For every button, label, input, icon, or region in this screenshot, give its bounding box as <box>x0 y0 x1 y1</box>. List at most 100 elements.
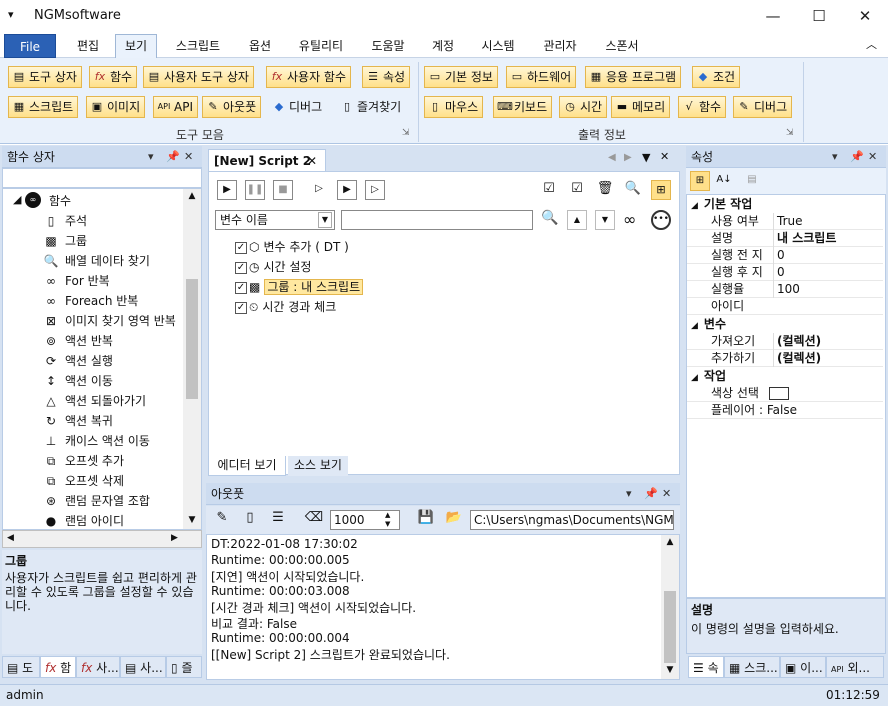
close-tab-icon[interactable]: ✕ <box>307 150 317 172</box>
menu-utility[interactable]: 유틸리티 <box>290 36 352 56</box>
check-icon[interactable]: ☑ <box>567 180 587 200</box>
run-selected-icon[interactable]: ▷ <box>365 180 385 200</box>
folder-icon[interactable]: 📂 <box>444 510 464 530</box>
close-icon[interactable]: ✕ <box>184 146 193 168</box>
maximize-button[interactable]: ☐ <box>796 0 842 32</box>
spinner-icon[interactable]: ▲ ▼ <box>385 511 390 529</box>
collapse-arrow-icon[interactable]: ◢ <box>691 201 698 211</box>
func-info-button[interactable]: √ 함수 <box>678 96 727 118</box>
function-button[interactable]: fx 함수 <box>89 66 138 88</box>
node-checkbox[interactable]: ✓ <box>235 281 247 294</box>
scroll-thumb[interactable] <box>186 279 198 399</box>
basic-info-button[interactable]: ▭ 기본 정보 <box>424 66 498 88</box>
collapse-arrow-icon[interactable]: ◢ <box>691 373 698 383</box>
search-icon[interactable]: 🔍 <box>623 180 643 200</box>
list-icon[interactable]: ☰ <box>268 510 288 530</box>
function-item[interactable]: ⧉ 오프셋 삭제 <box>43 471 124 491</box>
function-item[interactable]: 🔍 배열 데이타 찾기 <box>43 251 150 271</box>
property-pages-icon[interactable]: ▤ <box>742 171 762 191</box>
variable-search-input[interactable] <box>341 210 533 230</box>
function-item[interactable]: ▩ 그룹 <box>43 231 87 251</box>
time-button[interactable]: ◷ 시간 <box>559 96 608 118</box>
function-item[interactable]: ∞ Foreach 반복 <box>43 291 138 311</box>
clear-output-icon[interactable]: ✎ <box>212 510 232 530</box>
dropdown-icon[interactable]: ▾ <box>626 483 632 505</box>
function-item[interactable]: ▯ 주석 <box>43 211 87 231</box>
user-toolbox-button[interactable]: ▤ 사용자 도구 상자 <box>143 66 254 88</box>
function-item[interactable]: ⟳ 액션 실행 <box>43 351 113 371</box>
api-button[interactable]: API API <box>153 96 198 118</box>
tab-properties[interactable]: ☰ 속 <box>688 656 724 678</box>
collapse-arrow-icon[interactable]: ◢ <box>13 193 21 206</box>
tab-toolbox[interactable]: ▤ 도 <box>2 656 40 678</box>
eraser-icon[interactable]: ⌫ <box>304 510 324 530</box>
favorites-button[interactable]: ▯ 즐겨찾기 <box>336 96 406 118</box>
tab-external[interactable]: API 외... <box>826 656 884 678</box>
stop-icon[interactable]: ■ <box>273 180 293 200</box>
function-item[interactable]: ↕ 액션 이동 <box>43 371 113 391</box>
pin-icon[interactable]: 📌 <box>166 146 180 168</box>
menu-sponsor[interactable]: 스폰서 <box>596 36 648 56</box>
close-button[interactable]: ✕ <box>842 0 888 32</box>
save-icon[interactable]: 💾 <box>416 510 436 530</box>
script-node[interactable]: ✓ ⏲ 시간 경과 체크 <box>235 298 336 316</box>
prop-category[interactable]: ◢ 작업 <box>687 367 883 385</box>
prop-row[interactable]: 실행율 100 <box>687 281 883 298</box>
menu-file[interactable]: File <box>4 34 56 58</box>
prop-value[interactable]: True <box>773 213 803 230</box>
tab-prev-icon[interactable]: ◀ <box>608 152 616 163</box>
scroll-thumb[interactable] <box>664 591 676 663</box>
play-icon[interactable]: ▶ <box>217 180 237 200</box>
condition-button[interactable]: ◆ 조건 <box>692 66 741 88</box>
expand-icon[interactable]: ⇲ <box>786 128 794 138</box>
function-item[interactable]: ⊠ 이미지 찾기 영역 반복 <box>43 311 176 331</box>
dropdown-icon[interactable]: ▾ <box>148 146 154 168</box>
file-refresh-icon[interactable]: ▯ <box>240 510 260 530</box>
menu-script[interactable]: 스크립트 <box>166 36 230 56</box>
color-swatch[interactable] <box>769 387 789 400</box>
tab-function[interactable]: fx 함 <box>40 656 76 678</box>
tab-user-toolbox[interactable]: ▤ 사... <box>120 656 166 678</box>
mouse-button[interactable]: ▯ 마우스 <box>424 96 484 118</box>
tree-root-label[interactable]: 함수 <box>49 192 71 209</box>
debug-info-button[interactable]: ✎ 디버그 <box>733 96 793 118</box>
prop-row[interactable]: 실행 후 지 0 <box>687 264 883 281</box>
close-icon[interactable]: ✕ <box>868 146 877 168</box>
node-checkbox[interactable]: ✓ <box>235 301 247 314</box>
categorized-icon[interactable]: ⊞ <box>690 171 710 191</box>
prop-row[interactable]: 아이디 <box>687 298 883 315</box>
script-node[interactable]: ✓ ◷ 시간 설정 <box>235 258 311 276</box>
tab-scripts[interactable]: ▦ 스크... <box>724 656 780 678</box>
minimize-button[interactable]: — <box>750 0 796 32</box>
function-item[interactable]: △ 액션 되돌아가기 <box>43 391 146 411</box>
variable-select[interactable]: 변수 이름 ▼ <box>215 210 335 230</box>
menu-help[interactable]: 도움말 <box>362 36 414 56</box>
prop-row[interactable]: 실행 전 지 0 <box>687 247 883 264</box>
menu-options[interactable]: 옵션 <box>238 36 282 56</box>
debug-button[interactable]: ◆ 디버그 <box>268 96 327 118</box>
tab-next-icon[interactable]: ▶ <box>624 152 632 163</box>
prop-category[interactable]: ◢ 기본 작업 <box>687 195 883 213</box>
function-item[interactable]: ⊥ 캐이스 액션 이동 <box>43 431 150 451</box>
system-menu-icon[interactable]: ▾ <box>8 8 14 21</box>
function-item[interactable]: ● 랜덤 아이디 <box>43 511 124 529</box>
prop-value[interactable]: 100 <box>773 281 800 298</box>
prop-value[interactable]: (컬렉션) <box>773 333 821 350</box>
script-node-selected[interactable]: ✓ ▩ 그룹 : 내 스크립트 <box>235 278 364 296</box>
menu-edit[interactable]: 편집 <box>66 36 110 56</box>
pause-icon[interactable]: ❚❚ <box>245 180 265 200</box>
function-item[interactable]: ⊛ 랜덤 문자열 조합 <box>43 491 150 511</box>
sort-az-icon[interactable]: A↓ <box>714 171 734 191</box>
prop-value[interactable]: (컬렉션) <box>773 350 821 367</box>
prop-row[interactable]: 사용 여부 True <box>687 213 883 230</box>
function-search-input[interactable] <box>2 168 202 188</box>
tab-source-view[interactable]: 소스 보기 <box>288 456 348 476</box>
prop-row[interactable]: 플레이어 : False <box>687 402 883 419</box>
node-checkbox[interactable]: ✓ <box>235 241 247 254</box>
function-item[interactable]: ⧉ 오프셋 추가 <box>43 451 124 471</box>
output-count-input[interactable]: 1000 ▲ ▼ <box>330 510 400 530</box>
menu-account[interactable]: 계정 <box>424 36 462 56</box>
memory-button[interactable]: ▬ 메모리 <box>611 96 671 118</box>
more-icon[interactable]: ••• <box>651 210 671 230</box>
script-node[interactable]: ✓ ⬡ 변수 추가 ( DT ) <box>235 238 349 256</box>
